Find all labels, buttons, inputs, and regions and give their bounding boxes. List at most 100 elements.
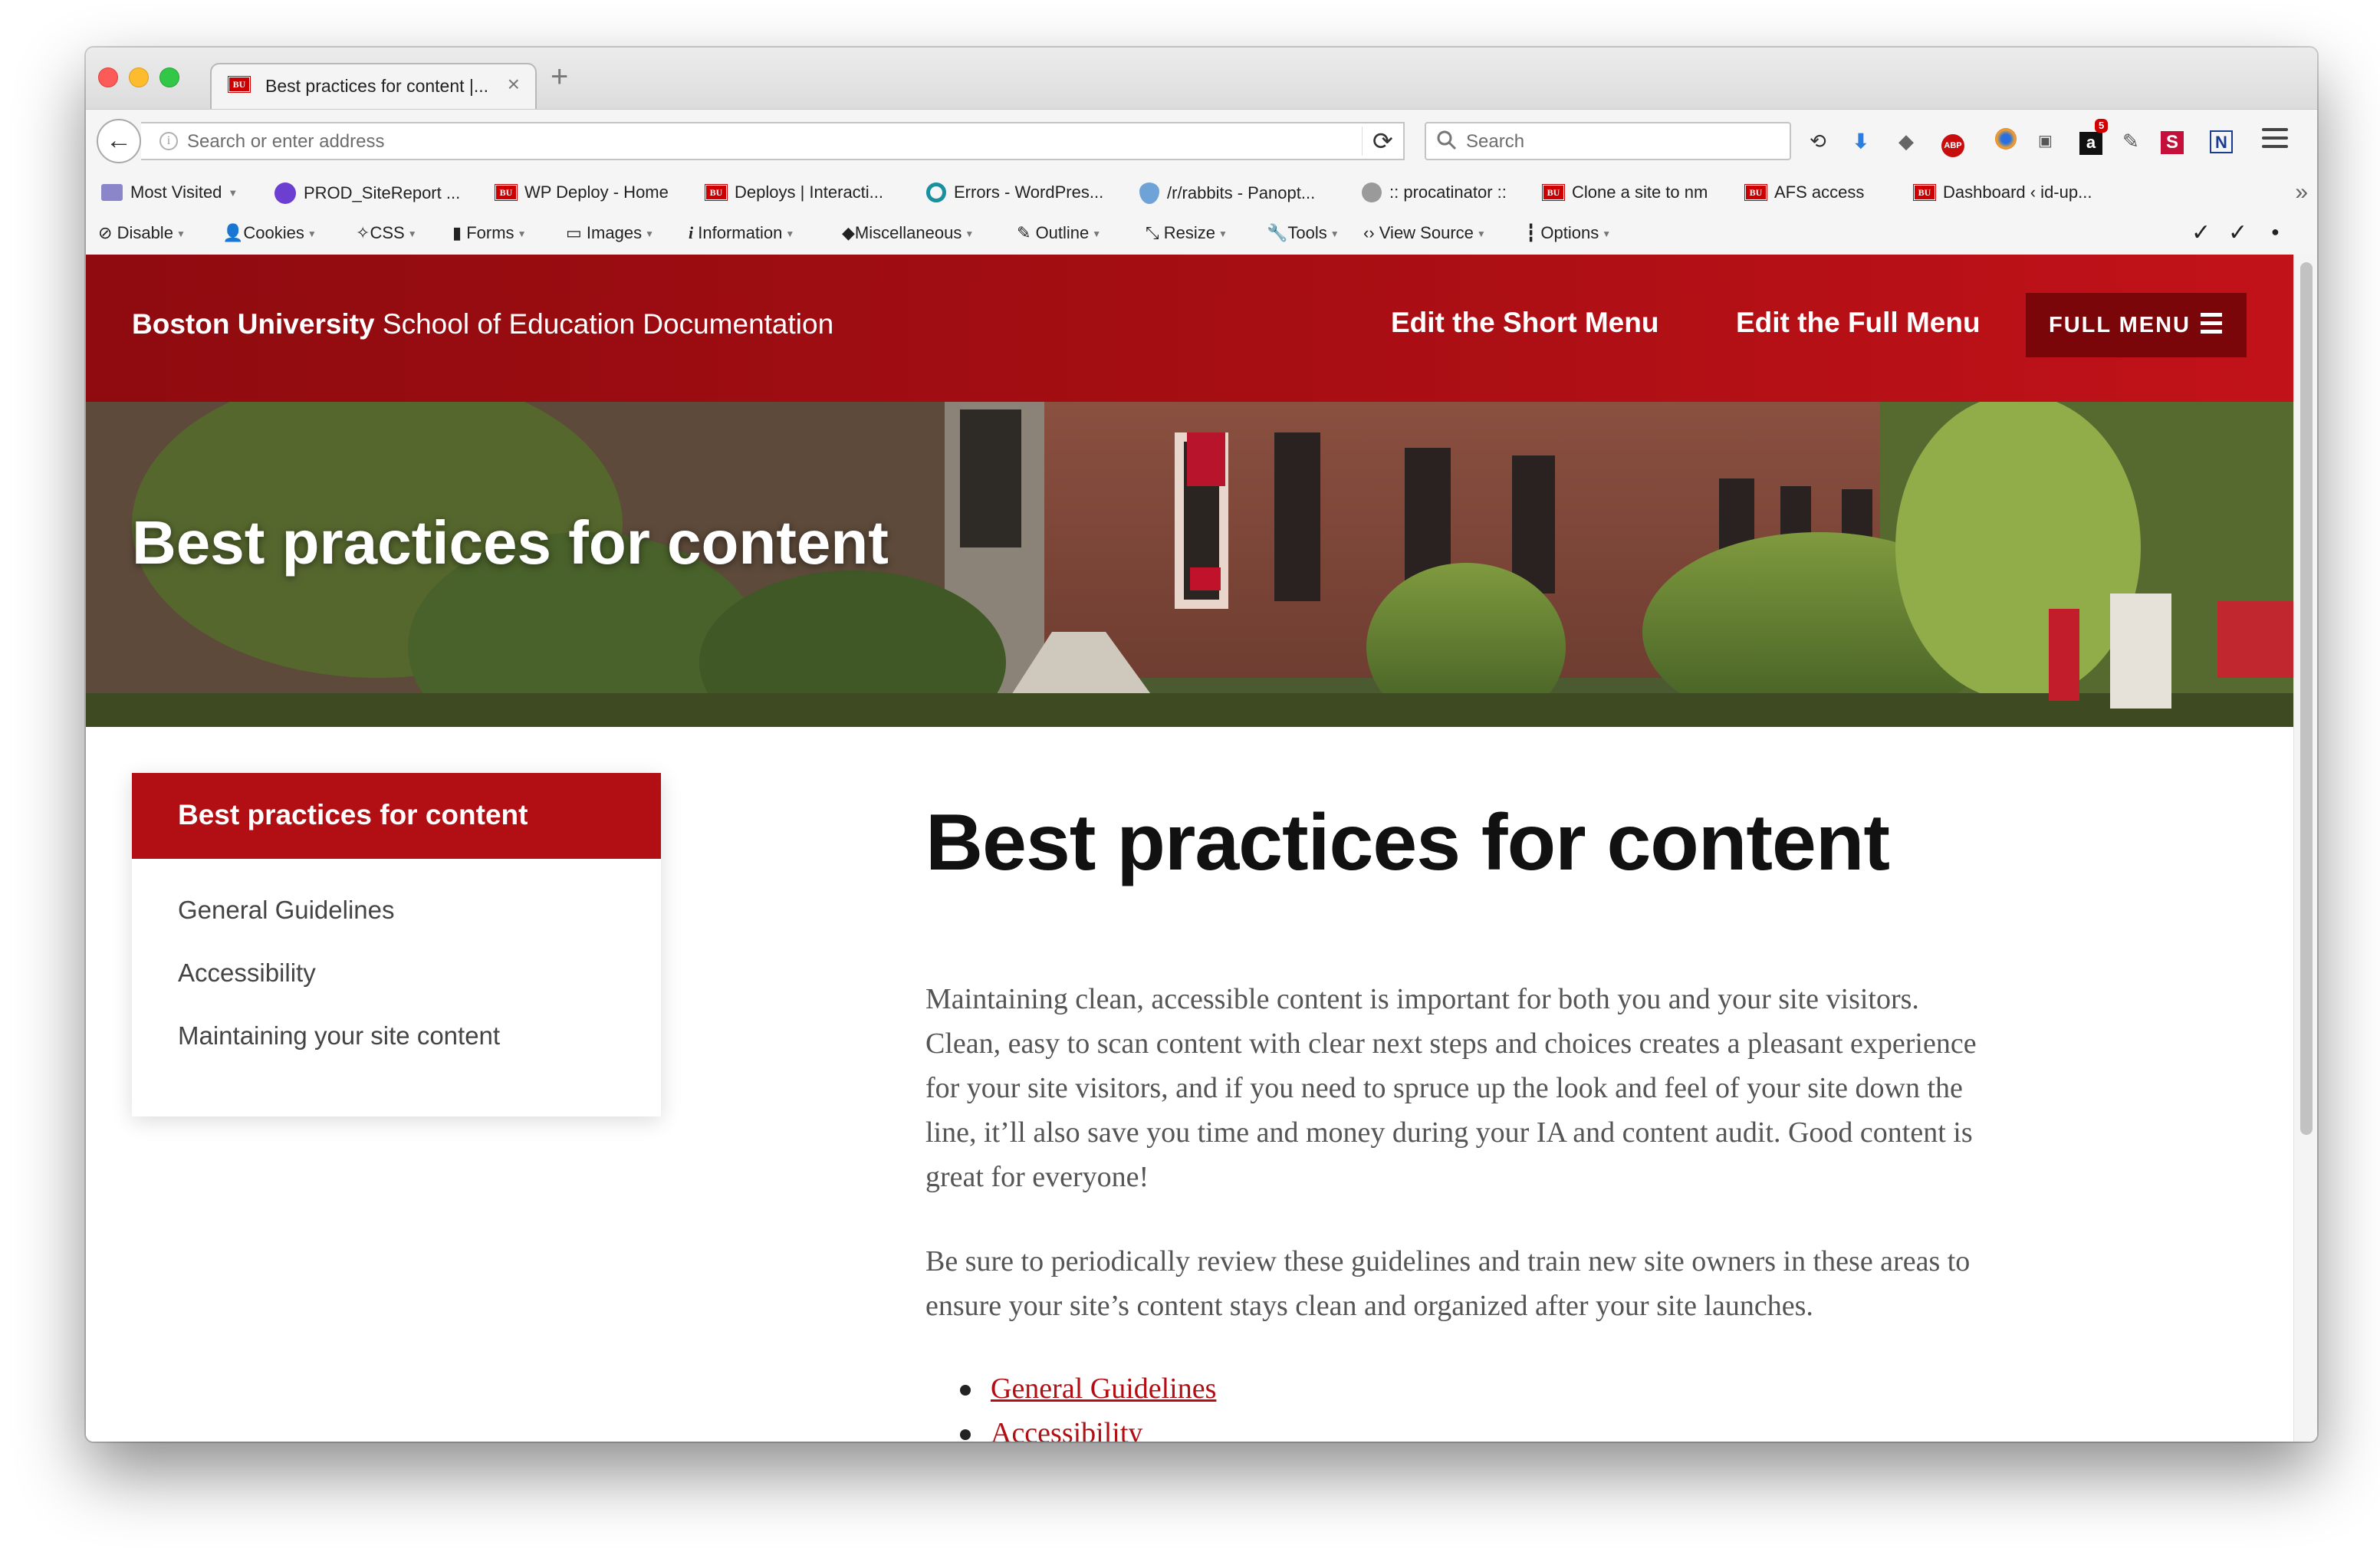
bu-favicon-icon: BU	[1913, 184, 1936, 201]
edit-short-menu-link[interactable]: Edit the Short Menu	[1391, 307, 1658, 339]
wrench-icon: 🔧	[1267, 223, 1288, 242]
dev-menu-miscellaneous[interactable]: ◆Miscellaneous ▼	[842, 223, 974, 243]
chevron-down-icon: ▼	[645, 229, 654, 240]
sidebar-item-general-guidelines[interactable]: General Guidelines	[178, 896, 395, 925]
close-window-button[interactable]	[98, 67, 118, 87]
dev-menu-information[interactable]: i Information ▼	[689, 223, 794, 243]
site-info-icon[interactable]: i	[159, 132, 178, 150]
bookmarks-bar: Most Visited ▼ PROD_SiteReport ... BU WP…	[86, 173, 2317, 213]
url-divider	[1362, 127, 1363, 156]
dev-menu-images[interactable]: ▭ Images ▼	[566, 223, 654, 243]
bookmark-most-visited[interactable]: Most Visited ▼	[101, 182, 238, 202]
bookmark-deploys[interactable]: BU Deploys | Interacti...	[705, 182, 883, 202]
tab-active[interactable]: BU Best practices for content |... ×	[210, 63, 537, 109]
chevron-down-icon: ▼	[1602, 229, 1612, 240]
bookmark-label: Deploys | Interacti...	[735, 182, 884, 202]
dev-menu-label: Resize	[1163, 223, 1215, 242]
shield-icon	[274, 182, 296, 204]
wand-icon: ✧	[356, 223, 370, 242]
dev-menu-forms[interactable]: ▮ Forms ▼	[452, 223, 526, 243]
color-picker-icon[interactable]	[1995, 128, 2017, 154]
chevron-down-icon: ▼	[176, 229, 186, 240]
css-valid-check-icon[interactable]: ✓	[2191, 219, 2211, 246]
hamburger-icon	[2201, 313, 2222, 338]
download-icon[interactable]: ⬇	[1852, 128, 1869, 154]
bu-favicon-icon: BU	[1542, 184, 1565, 201]
pocket-icon[interactable]: ◆	[1898, 128, 1914, 154]
full-menu-button[interactable]: FULL MENU	[2026, 293, 2247, 357]
bookmark-dashboard[interactable]: BU Dashboard ‹ id-up...	[1913, 182, 2092, 202]
scrollbar-thumb[interactable]	[2300, 262, 2313, 1135]
screenshot-icon[interactable]: ▣	[2038, 128, 2053, 154]
dev-menu-label: Miscellaneous	[854, 223, 962, 242]
accessibility-link[interactable]: Accessibility	[991, 1417, 1142, 1442]
bookmark-label: Clone a site to nm	[1572, 182, 1708, 202]
minimize-window-button[interactable]	[129, 67, 149, 87]
hero-banner: Best practices for content	[86, 402, 2294, 727]
dev-menu-disable[interactable]: ⊘ Disable ▼	[98, 223, 186, 243]
bu-favicon-icon: BU	[705, 184, 728, 201]
amazon-icon[interactable]: a 5	[2079, 119, 2109, 155]
bookmark-prod-sitereport[interactable]: PROD_SiteReport ...	[274, 182, 460, 204]
bookmark-label: AFS access	[1774, 182, 1865, 202]
general-guidelines-link[interactable]: General Guidelines	[991, 1373, 1216, 1405]
zoom-window-button[interactable]	[159, 67, 179, 87]
search-input[interactable]	[1464, 128, 1774, 156]
chevron-down-icon: ▼	[1476, 229, 1486, 240]
bookmark-folder-icon	[101, 184, 123, 201]
dev-menu-label: View Source	[1379, 223, 1474, 242]
dev-menu-label: CSS	[370, 223, 405, 242]
dev-menu-css[interactable]: ✧CSS ▼	[356, 223, 417, 243]
full-menu-label: FULL MENU	[2049, 313, 2191, 337]
tab-close-icon[interactable]: ×	[508, 72, 520, 97]
bookmark-rabbits[interactable]: /r/rabbits - Panopt...	[1139, 182, 1315, 204]
new-tab-icon[interactable]: +	[551, 60, 568, 94]
sidebar-header[interactable]: Best practices for content	[132, 773, 661, 859]
sidebar-item-maintaining[interactable]: Maintaining your site content	[178, 1021, 500, 1051]
site-title[interactable]: Boston University School of Education Do…	[132, 308, 833, 340]
block-icon: ⊘	[98, 223, 113, 242]
dev-menu-outline[interactable]: ✎ Outline ▼	[1017, 223, 1101, 243]
globe-icon	[1362, 182, 1382, 202]
sliders-icon: ┇	[1526, 223, 1537, 242]
address-bar[interactable]: i ⟳	[141, 122, 1405, 160]
dev-menu-resize[interactable]: ⤡ Resize ▼	[1146, 223, 1228, 243]
eyedropper-icon[interactable]: ✎	[2122, 128, 2139, 154]
address-input[interactable]	[186, 128, 1385, 156]
dev-menu-options[interactable]: ┇ Options ▼	[1526, 223, 1611, 243]
bookmark-label: Most Visited	[130, 182, 222, 202]
s-extension-icon[interactable]: S	[2161, 128, 2184, 154]
clipboard-icon: ▮	[452, 223, 462, 242]
html-valid-check-icon[interactable]: ✓	[2228, 219, 2247, 246]
n-extension-icon[interactable]: N	[2210, 128, 2233, 154]
dev-menu-label: Cookies	[243, 223, 304, 242]
sidebar-item-accessibility[interactable]: Accessibility	[178, 958, 316, 988]
edit-full-menu-link[interactable]: Edit the Full Menu	[1736, 307, 1981, 339]
js-status-icon[interactable]: ●	[2271, 224, 2280, 240]
bookmark-afs-access[interactable]: BU AFS access	[1744, 182, 1865, 202]
hero-title: Best practices for content	[132, 508, 889, 577]
intro-paragraph: Maintaining clean, accessible content is…	[925, 983, 1977, 1193]
back-button[interactable]: ←	[97, 119, 141, 163]
content-links-list: General Guidelines Accessibility	[960, 1366, 1216, 1442]
browser-menu-icon[interactable]	[2262, 128, 2288, 153]
adblock-icon[interactable]: ABP	[1941, 128, 1964, 157]
sync-icon[interactable]: ⟲	[1810, 128, 1826, 154]
reload-icon[interactable]: ⟳	[1372, 127, 1393, 156]
shield-icon	[1139, 182, 1159, 204]
bookmark-label: WP Deploy - Home	[524, 182, 669, 202]
bookmark-procatinator[interactable]: :: procatinator ::	[1362, 182, 1507, 202]
dev-menu-cookies[interactable]: 👤Cookies ▼	[222, 223, 317, 243]
bookmark-wp-deploy[interactable]: BU WP Deploy - Home	[495, 182, 669, 202]
dev-menu-view-source[interactable]: ‹› View Source ▼	[1363, 223, 1486, 243]
search-box[interactable]	[1425, 122, 1791, 160]
dev-menu-tools[interactable]: 🔧Tools ▼	[1267, 223, 1340, 243]
bookmark-label: /r/rabbits - Panopt...	[1167, 183, 1316, 202]
bookmark-errors[interactable]: Errors - WordPres...	[926, 182, 1103, 202]
bookmark-clone-site[interactable]: BU Clone a site to nm	[1542, 182, 1708, 202]
chevron-down-icon: ▼	[228, 186, 238, 199]
sidebar-title: Best practices for content	[178, 799, 528, 830]
vertical-scrollbar[interactable]	[2293, 255, 2317, 1442]
more-bookmarks-icon[interactable]: »	[2295, 179, 2308, 206]
bu-favicon-icon: BU	[495, 184, 518, 201]
